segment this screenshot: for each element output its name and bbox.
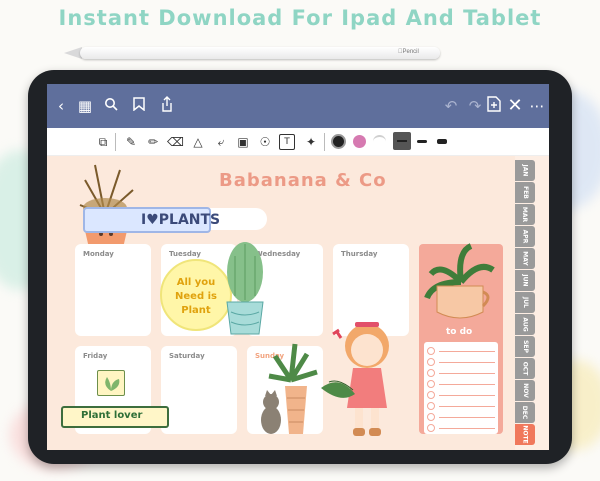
potted-plant-illustration [79, 164, 134, 248]
girl-holding-plant-illustration [321, 322, 389, 436]
day-label-thursday: Thursday [341, 250, 378, 258]
lasso-select-icon[interactable]: ⧉ [95, 134, 111, 150]
toolbar-divider [115, 133, 116, 151]
tab-sep[interactable]: SEP [515, 336, 535, 357]
todo-checkbox[interactable] [427, 391, 435, 399]
color-swatch-pink[interactable] [353, 135, 366, 148]
leaf-sticker [97, 370, 125, 396]
todo-checkbox[interactable] [427, 369, 435, 377]
stroke-size-large[interactable] [437, 139, 447, 144]
todo-line[interactable] [439, 351, 495, 352]
tab-dec[interactable]: DEC [515, 402, 535, 423]
pointer-icon[interactable]: ✦ [303, 134, 319, 150]
day-label-tuesday: Tuesday [169, 250, 201, 258]
search-icon[interactable] [101, 96, 121, 116]
redo-icon[interactable]: ↷ [465, 96, 485, 116]
todo-line[interactable] [439, 384, 495, 385]
back-icon[interactable]: ‹ [51, 96, 71, 116]
pencil-brand: Pencil [398, 49, 419, 55]
lasso-icon[interactable]: ⤶ [213, 134, 229, 150]
toolbar-divider [324, 133, 325, 151]
tab-oct[interactable]: OCT [515, 358, 535, 379]
todo-line[interactable] [439, 406, 495, 407]
todo-checkbox[interactable] [427, 424, 435, 432]
pencil-icon[interactable]: ✏ [145, 134, 161, 150]
pen-icon[interactable]: ✎ [123, 134, 139, 150]
todo-checkbox[interactable] [427, 402, 435, 410]
image-icon[interactable]: ▣ [235, 134, 251, 150]
quote-text: All you Need is Plant [175, 277, 217, 316]
todo-line[interactable] [439, 428, 495, 429]
color-swatch-light[interactable] [373, 135, 386, 148]
drawing-toolbar: ⧉ ✎ ✏ ⌫ △ ⤶ ▣ ☉ T ✦ [47, 128, 549, 156]
mug-plant-illustration [424, 243, 495, 319]
more-icon[interactable]: ⋯ [527, 96, 547, 116]
todo-line[interactable] [439, 362, 495, 363]
day-label-saturday: Saturday [169, 352, 205, 360]
shapes-icon[interactable]: △ [190, 134, 206, 150]
cactus-illustration [226, 242, 264, 335]
brand-title: Babanana & Co [219, 170, 387, 191]
todo-checkbox[interactable] [427, 347, 435, 355]
tab-aug[interactable]: AUG [515, 314, 535, 335]
todo-checkbox[interactable] [427, 358, 435, 366]
stroke-size-medium[interactable] [417, 140, 427, 143]
tab-mar[interactable]: MAR [515, 204, 535, 225]
tablet-screen: ‹ ▦ ↶ ↷ ✕ ⋯ ⧉ ✎ ✏ ⌫ △ ⤶ ▣ ☉ T ✦ Babanana… [47, 84, 549, 450]
tab-jun[interactable]: JUN [515, 270, 535, 291]
todo-title: to do [446, 327, 473, 337]
grid-icon[interactable]: ▦ [75, 96, 95, 116]
undo-icon[interactable]: ↶ [441, 96, 461, 116]
stroke-size-selected[interactable] [393, 132, 411, 150]
tab-jul[interactable]: JUL [515, 292, 535, 313]
close-icon[interactable]: ✕ [505, 96, 525, 116]
tab-may[interactable]: MAY [515, 248, 535, 269]
app-navbar: ‹ ▦ ↶ ↷ ✕ ⋯ [47, 84, 549, 128]
color-swatch-black[interactable] [331, 134, 346, 149]
bookmark-icon[interactable] [129, 96, 149, 116]
plants-tag-label: I♥PLANTS [141, 212, 221, 228]
todo-list[interactable] [424, 342, 498, 434]
todo-line[interactable] [439, 373, 495, 374]
tab-feb[interactable]: FEB [515, 182, 535, 203]
eraser-icon[interactable]: ⌫ [167, 134, 184, 150]
add-page-icon[interactable] [484, 96, 504, 116]
month-tabs: JAN FEB MAR APR MAY JUN JUL AUG SEP OCT … [515, 160, 537, 450]
day-label-friday: Friday [83, 352, 108, 360]
share-icon[interactable] [157, 96, 177, 116]
text-icon[interactable]: T [279, 134, 295, 150]
camera-icon[interactable]: ☉ [257, 134, 273, 150]
tab-apr[interactable]: APR [515, 226, 535, 247]
headline: Instant Download For Ipad And Tablet [58, 6, 542, 30]
day-label-monday: Monday [83, 250, 114, 258]
tab-nov[interactable]: NOV [515, 380, 535, 401]
todo-checkbox[interactable] [427, 380, 435, 388]
apple-pencil [80, 47, 440, 59]
plant-lover-label: Plant lover [81, 410, 143, 421]
tab-jan[interactable]: JAN [515, 160, 535, 181]
todo-line[interactable] [439, 395, 495, 396]
tab-note[interactable]: NOTE [515, 424, 535, 445]
todo-checkbox[interactable] [427, 413, 435, 421]
todo-line[interactable] [439, 417, 495, 418]
